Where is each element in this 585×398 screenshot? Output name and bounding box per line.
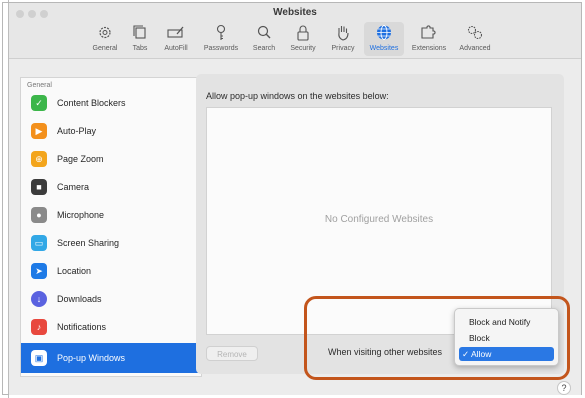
sidebar-item-camera[interactable]: ■ Camera [21, 174, 201, 202]
gear-icon [96, 24, 114, 41]
sidebar-item-label: Page Zoom [57, 154, 104, 164]
sidebar-item-screen-sharing[interactable]: ▭ Screen Sharing [21, 230, 201, 258]
empty-list-message: No Configured Websites [324, 214, 434, 225]
sidebar-item-label: Content Blockers [57, 98, 126, 108]
location-icon: ➤ [31, 263, 47, 279]
screen-sharing-icon: ▭ [31, 235, 47, 251]
tab-label: Security [290, 45, 316, 52]
tab-label: AutoFill [164, 45, 188, 52]
sidebar-item-auto-play[interactable]: ▶ Auto-Play [21, 118, 201, 146]
downloads-icon: ↓ [31, 291, 47, 307]
content-blockers-icon: ✓ [31, 95, 47, 111]
tab-websites[interactable]: Websites [364, 22, 404, 56]
lock-icon [294, 24, 312, 41]
tab-advanced[interactable]: Advanced [454, 22, 496, 56]
help-button[interactable]: ? [557, 381, 571, 395]
tab-tabs[interactable]: Tabs [127, 22, 153, 56]
pencil-field-icon [167, 24, 185, 41]
tab-extensions[interactable]: Extensions [407, 22, 451, 56]
magnifier-icon [255, 24, 273, 41]
tab-passwords[interactable]: Passwords [199, 22, 243, 56]
microphone-icon: ● [31, 207, 47, 223]
sidebar-item-downloads[interactable]: ↓ Downloads [21, 286, 201, 314]
sidebar-item-label: Notifications [57, 322, 107, 332]
puzzle-icon [420, 24, 438, 41]
gears-icon [466, 24, 484, 41]
tab-label: Privacy [331, 45, 355, 52]
sidebar-item-label: Screen Sharing [57, 238, 120, 248]
tab-general[interactable]: General [87, 22, 123, 56]
notifications-icon: ♪ [31, 319, 47, 335]
highlight-annotation [304, 296, 570, 380]
window-title: Websites [273, 7, 317, 18]
sidebar-item-notifications[interactable]: ♪ Notifications [21, 314, 201, 342]
tab-privacy[interactable]: Privacy [325, 22, 361, 56]
sidebar-item-label: Auto-Play [57, 126, 97, 136]
tabs-icon [131, 24, 149, 41]
sidebar-item-label: Camera [57, 182, 90, 192]
hand-icon [334, 24, 352, 41]
popup-windows-icon: ▣ [31, 350, 47, 366]
sidebar-item-content-blockers[interactable]: ✓ Content Blockers [21, 90, 201, 118]
tab-label: Passwords [203, 45, 239, 52]
globe-icon [375, 24, 393, 41]
key-icon [212, 24, 230, 41]
sidebar-item-label: Pop-up Windows [57, 353, 126, 363]
sidebar-item-label: Downloads [57, 294, 102, 304]
tab-security[interactable]: Security [283, 22, 323, 56]
sidebar-item-label: Microphone [57, 210, 105, 220]
sidebar-section-header: General [27, 82, 52, 89]
sidebar: General ✓ Content Blockers ▶ Auto-Play ⊕… [20, 77, 202, 377]
remove-button[interactable]: Remove [206, 346, 258, 361]
tab-label: Search [252, 45, 276, 52]
camera-icon: ■ [31, 179, 47, 195]
tab-label: Websites [369, 45, 399, 52]
tab-label: Extensions [411, 45, 447, 52]
sidebar-item-location[interactable]: ➤ Location [21, 258, 201, 286]
auto-play-icon: ▶ [31, 123, 47, 139]
page-zoom-icon: ⊕ [31, 151, 47, 167]
tab-label: General [92, 45, 118, 52]
sidebar-item-label: Location [57, 266, 92, 276]
tab-autofill[interactable]: AutoFill [157, 22, 195, 56]
tab-label: Advanced [459, 45, 491, 52]
popup-list-heading: Allow pop-up windows on the websites bel… [206, 91, 389, 101]
toolbar: Websites General Tabs AutoFill Passwords [9, 3, 581, 59]
sidebar-item-microphone[interactable]: ● Microphone [21, 202, 201, 230]
tab-label: Tabs [132, 45, 148, 52]
sidebar-item-popup-windows[interactable]: ▣ Pop-up Windows [21, 343, 201, 373]
tab-search[interactable]: Search [247, 22, 281, 56]
sidebar-item-page-zoom[interactable]: ⊕ Page Zoom [21, 146, 201, 174]
